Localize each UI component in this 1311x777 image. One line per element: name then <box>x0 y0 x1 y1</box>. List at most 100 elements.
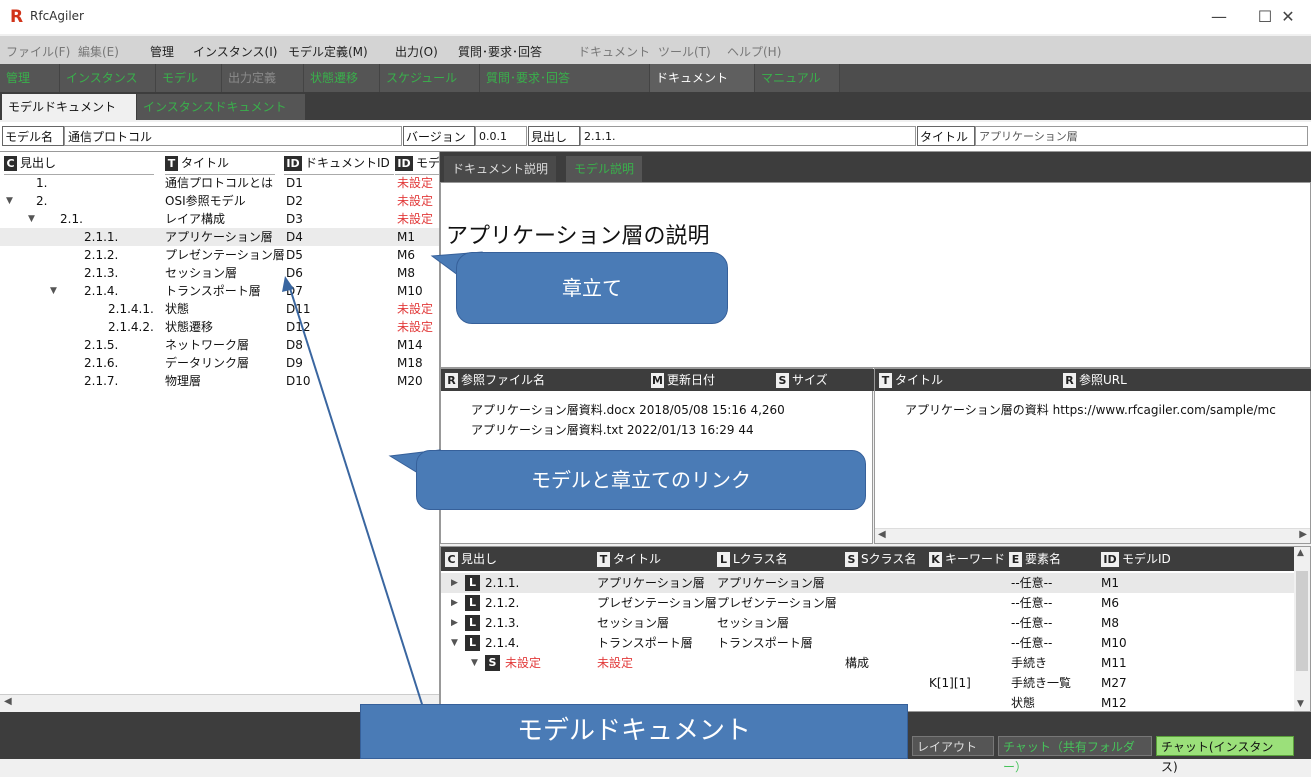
menu-edit[interactable]: 編集(E) <box>78 43 119 60</box>
tree-cell-model: M18 <box>397 356 423 370</box>
model-cell-heading: 2.1.2. <box>485 596 520 610</box>
tree-col-title[interactable]: T タイトル <box>165 152 275 175</box>
model-cell-modelid: M6 <box>1101 596 1119 610</box>
tab-document-description[interactable]: ドキュメント説明 <box>444 156 557 182</box>
expand-toggle-icon[interactable]: ▶ <box>451 573 458 593</box>
model-table-row[interactable]: ▶ L 2.1.3. セッション層 セッション層 --任意-- M8 <box>441 613 1296 633</box>
ref-file-row[interactable]: アプリケーション層資料.txt 2022/01/13 16:29 44 <box>471 421 754 438</box>
ref-col-size[interactable]: S サイズ <box>776 369 828 391</box>
model-table-row[interactable]: ▶ L 2.1.1. アプリケーション層 アプリケーション層 --任意-- M1 <box>441 573 1296 593</box>
model-col-modelid[interactable]: ID モデルID <box>1101 547 1171 571</box>
tab-document[interactable]: ドキュメント <box>650 64 755 92</box>
tree-row[interactable]: 2.1.3. セッション層 D6 M8 <box>0 264 439 282</box>
model-cell-lclass: プレゼンテーション層 <box>717 596 837 610</box>
url-col-url[interactable]: R 参照URL <box>1063 369 1127 391</box>
model-col-lclass[interactable]: L Lクラス名 <box>717 547 787 571</box>
tree-row[interactable]: 2.1.2. プレゼンテーション層 D5 M6 <box>0 246 439 264</box>
scroll-down-icon[interactable]: ▼ <box>1297 699 1304 709</box>
tree-row[interactable]: 2.1.7. 物理層 D10 M20 <box>0 372 439 390</box>
scroll-thumb[interactable] <box>1296 571 1308 671</box>
tree-row[interactable]: ▼ 2. OSI参照モデル D2 未設定 <box>0 192 439 210</box>
tree-row[interactable]: 1. 通信プロトコルとは D1 未設定 <box>0 174 439 192</box>
menu-model-def[interactable]: モデル定義(M) <box>288 43 368 60</box>
scroll-right-icon[interactable]: ▶ <box>1299 529 1307 540</box>
tree-row[interactable]: 2.1.5. ネットワーク層 D8 M14 <box>0 336 439 354</box>
scroll-left-icon[interactable]: ◀ <box>878 529 886 540</box>
scroll-up-icon[interactable]: ▲ <box>1297 548 1304 558</box>
tree-cell-heading: 2.1.7. <box>84 374 119 388</box>
menu-manage[interactable]: 管理 <box>150 43 174 60</box>
model-table-row[interactable]: K[1][1] 手続き一覧 M27 <box>441 673 1296 693</box>
model-col-modelid-label: モデルID <box>1122 552 1171 566</box>
expand-toggle-icon[interactable]: ▼ <box>6 192 13 210</box>
version-field[interactable]: 0.0.1 <box>475 126 527 146</box>
tree-cell-docid: D1 <box>286 176 303 190</box>
menu-document[interactable]: ドキュメント <box>578 43 650 60</box>
model-table-row[interactable]: ▼ L 2.1.4. トランスポート層 トランスポート層 --任意-- M10 <box>441 633 1296 653</box>
menu-file[interactable]: ファイル(F) <box>6 43 70 60</box>
tree-row[interactable]: ▼ 2.1.4. トランスポート層 D7 M10 <box>0 282 439 300</box>
tab-schedule[interactable]: スケジュール <box>380 64 480 92</box>
ref-file-row[interactable]: アプリケーション層資料.docx 2018/05/08 15:16 4,260 <box>471 401 785 418</box>
heading-field[interactable]: 2.1.1. <box>580 126 916 146</box>
model-col-title[interactable]: T タイトル <box>597 547 661 571</box>
l-class-badge-icon: L <box>465 615 480 631</box>
expand-toggle-icon[interactable]: ▼ <box>28 210 35 228</box>
menu-output[interactable]: 出力(O) <box>395 43 438 60</box>
tab-manual[interactable]: マニュアル <box>755 64 840 92</box>
l-class-badge-icon: L <box>465 575 480 591</box>
tree-row[interactable]: 2.1.4.2. 状態遷移 D12 未設定 <box>0 318 439 336</box>
title-field[interactable]: アプリケーション層 <box>975 126 1308 146</box>
model-table-row[interactable]: ▶ L 2.1.2. プレゼンテーション層 プレゼンテーション層 --任意-- M6 <box>441 593 1296 613</box>
menu-help[interactable]: ヘルプ(H) <box>727 43 781 60</box>
url-col-title[interactable]: T タイトル <box>879 369 943 391</box>
tab-qa[interactable]: 質問･要求･回答 <box>480 64 650 92</box>
tree-col-model[interactable]: ID モデ <box>395 152 439 175</box>
tree-cell-title: 状態遷移 <box>165 320 214 334</box>
tree-col-docid[interactable]: ID ドキュメントID <box>284 152 394 175</box>
tab-model-document[interactable]: モデルドキュメント <box>2 94 136 120</box>
tree-col-docid-badge: ID <box>284 156 302 171</box>
tab-instance-document[interactable]: インスタンスドキュメント <box>137 94 305 120</box>
tab-state-transition[interactable]: 状態遷移 <box>304 64 380 92</box>
tree-row[interactable]: 2.1.1. アプリケーション層 D4 M1 <box>0 228 439 246</box>
expand-toggle-icon[interactable]: ▼ <box>50 282 57 300</box>
tree-col-heading[interactable]: C 見出し <box>4 152 154 175</box>
tree-row[interactable]: 2.1.4.1. 状態 D11 未設定 <box>0 300 439 318</box>
minimize-button[interactable]: — <box>1196 0 1242 34</box>
ref-url-row[interactable]: アプリケーション層の資料 https://www.rfcagiler.com/s… <box>905 401 1310 418</box>
tab-output-def[interactable]: 出力定義 <box>222 64 304 92</box>
ref-col-filename[interactable]: R 参照ファイル名 <box>445 369 545 391</box>
model-col-keyword[interactable]: K キーワード <box>929 547 1005 571</box>
expand-toggle-icon[interactable]: ▼ <box>451 633 458 653</box>
close-button[interactable]: ✕ <box>1265 0 1311 34</box>
tree-row[interactable]: 2.1.6. データリンク層 D9 M18 <box>0 354 439 372</box>
model-col-sclass[interactable]: S Sクラス名 <box>845 547 916 571</box>
scroll-left-icon[interactable]: ◀ <box>4 696 12 707</box>
model-col-modelid-badge: ID <box>1101 552 1119 567</box>
tab-model[interactable]: モデル <box>156 64 222 92</box>
menu-tools[interactable]: ツール(T) <box>658 43 711 60</box>
expand-toggle-icon[interactable]: ▼ <box>471 653 478 673</box>
url-horizontal-scrollbar[interactable]: ◀ ▶ <box>875 528 1310 543</box>
chat-instance-button[interactable]: チャット(インスタンス) <box>1156 736 1294 774</box>
tab-manage[interactable]: 管理 <box>0 64 60 92</box>
model-table-row[interactable]: ▼ S 未設定 未設定 構成 手続き M11 <box>441 653 1296 673</box>
menu-instance[interactable]: インスタンス(I) <box>193 43 277 60</box>
expand-toggle-icon[interactable]: ▶ <box>451 593 458 613</box>
model-col-element[interactable]: E 要素名 <box>1009 547 1061 571</box>
tab-instance[interactable]: インスタンス <box>60 64 156 92</box>
menu-bar: ファイル(F) 編集(E) 管理 インスタンス(I) モデル定義(M) 出力(O… <box>0 36 1311 64</box>
tree-row[interactable]: ▼ 2.1. レイア構成 D3 未設定 <box>0 210 439 228</box>
layout-button[interactable]: レイアウト <box>912 736 994 756</box>
menu-qa[interactable]: 質問･要求･回答 <box>458 43 542 60</box>
chat-shared-folder-button[interactable]: チャット（共有フォルダー） <box>998 736 1152 774</box>
tab-model-description[interactable]: モデル説明 <box>566 156 643 182</box>
model-vertical-scrollbar[interactable]: ▲ ▼ <box>1294 547 1310 711</box>
model-name-field[interactable]: 通信プロトコル <box>64 126 402 146</box>
ref-url-link[interactable]: https://www.rfcagiler.com/sample/mc <box>1053 403 1276 417</box>
ref-col-date[interactable]: M 更新日付 <box>651 369 715 391</box>
tree-col-docid-label: ドキュメントID <box>305 156 390 170</box>
model-col-heading[interactable]: C 見出し <box>445 547 497 571</box>
expand-toggle-icon[interactable]: ▶ <box>451 613 458 633</box>
